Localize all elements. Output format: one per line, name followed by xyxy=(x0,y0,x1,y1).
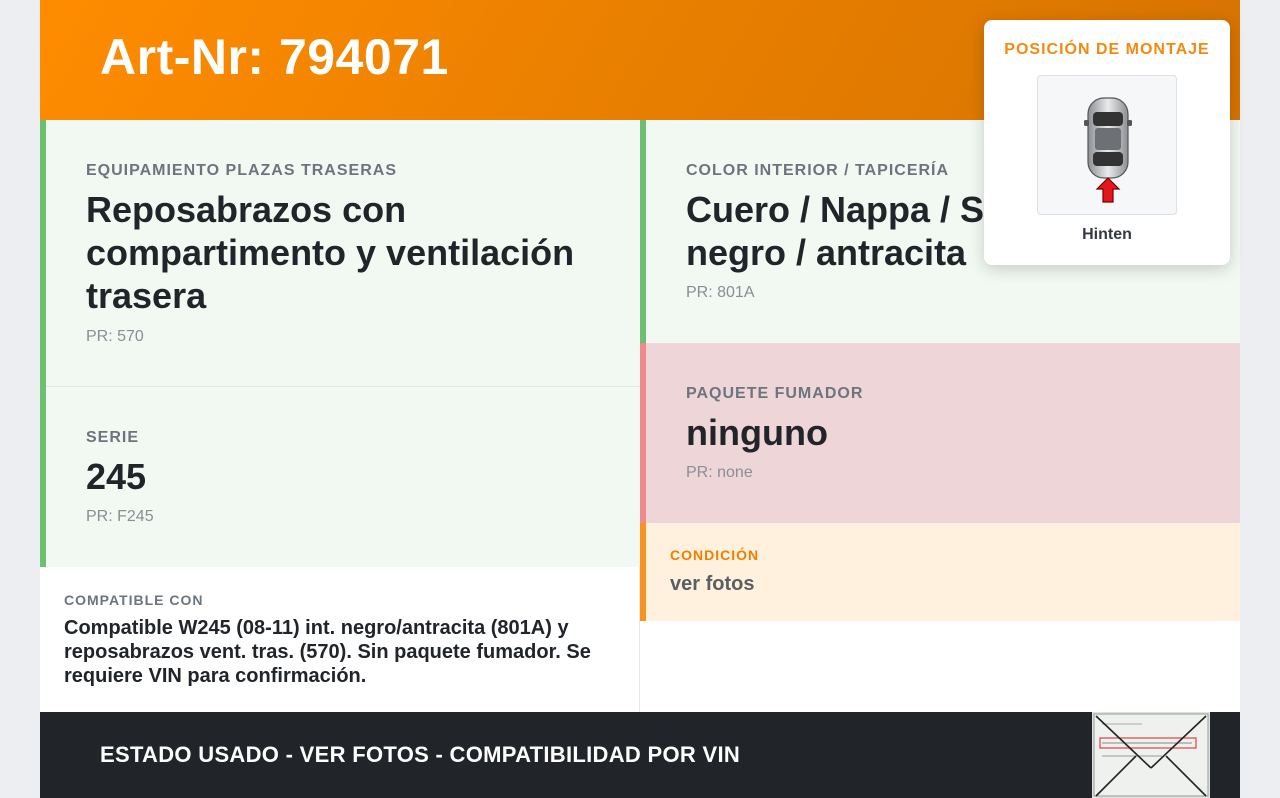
row-divider xyxy=(46,386,640,387)
article-number-title: Art-Nr: 794071 xyxy=(100,29,449,85)
field-condition: CONDICIÓN ver fotos xyxy=(640,523,1240,621)
field-value: ninguno xyxy=(686,412,828,453)
label-photo-thumbnail[interactable] xyxy=(1092,712,1210,798)
field-pr-code: PR: none xyxy=(686,464,753,481)
field-value: Cuero / Nappa / S negro / antracita xyxy=(686,189,985,273)
field-label: SERIE xyxy=(86,429,140,446)
car-top-view-icon xyxy=(1037,75,1177,215)
condition-label: CONDICIÓN xyxy=(670,547,760,563)
compatible-label: COMPATIBLE CON xyxy=(64,592,204,608)
condition-value: ver fotos xyxy=(670,573,755,595)
field-smoker-package: PAQUETE FUMADOR ninguno PR: none xyxy=(640,343,1240,523)
field-value: 245 xyxy=(86,456,147,497)
compatible-text: Compatible W245 (08-11) int. negro/antra… xyxy=(64,617,591,687)
field-value: Reposabrazos con compartimento y ventila… xyxy=(86,189,575,316)
footer-banner: ESTADO USADO - VER FOTOS - COMPATIBILIDA… xyxy=(40,712,1240,798)
field-pr-code: PR: 801A xyxy=(686,284,755,301)
field-label: COLOR INTERIOR / TAPICERÍA xyxy=(686,162,950,179)
field-pr-code: PR: 570 xyxy=(86,328,144,345)
popup-caption: Hinten xyxy=(1082,226,1132,243)
column-divider xyxy=(639,567,640,712)
mounting-position-popup: POSICIÓN DE MONTAJE Hinten xyxy=(984,20,1230,265)
field-pr-code: PR: F245 xyxy=(86,508,154,525)
field-series: SERIE 245 PR: F245 xyxy=(40,387,640,567)
field-label: PAQUETE FUMADOR xyxy=(686,385,864,402)
field-rear-equipment: EQUIPAMIENTO PLAZAS TRASERAS Reposabrazo… xyxy=(40,120,640,387)
popup-title: POSICIÓN DE MONTAJE xyxy=(1004,41,1210,58)
footer-text: ESTADO USADO - VER FOTOS - COMPATIBILIDA… xyxy=(100,742,741,767)
field-label: EQUIPAMIENTO PLAZAS TRASERAS xyxy=(86,162,397,179)
